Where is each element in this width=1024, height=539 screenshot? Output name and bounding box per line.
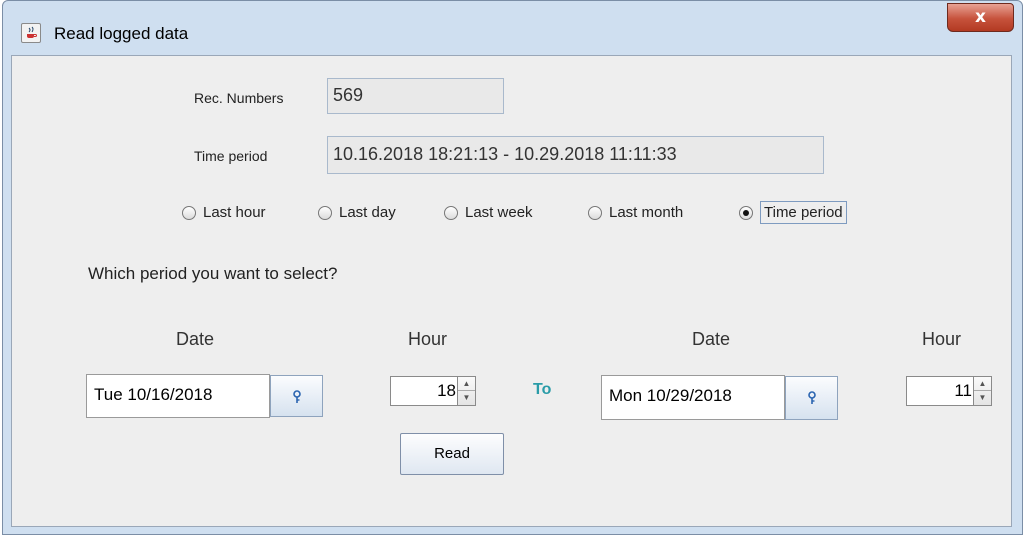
caret-up-icon[interactable]: ▲ <box>458 377 475 391</box>
to-hour-header: Hour <box>922 329 962 349</box>
radio-last-hour[interactable]: Last hour <box>182 204 266 221</box>
rec-numbers-field: 569 <box>327 78 504 114</box>
to-date-input[interactable]: Mon 10/29/2018 <box>601 375 785 420</box>
radio-last-week[interactable]: Last week <box>444 204 533 221</box>
key-icon <box>293 390 301 403</box>
from-hour-spinner[interactable]: 18 ▲ ▼ <box>390 376 476 406</box>
caret-down-icon[interactable]: ▼ <box>458 391 475 405</box>
time-period-field: 10.16.2018 18:21:13 - 10.29.2018 11:11:3… <box>327 136 824 174</box>
from-hour-header: Hour <box>408 329 448 349</box>
time-period-label: Time period <box>194 148 268 164</box>
to-date-picker-button[interactable] <box>785 376 838 420</box>
close-icon: x <box>975 7 986 27</box>
radio-label: Last day <box>339 204 396 221</box>
radio-time-period[interactable]: Time period <box>739 201 847 224</box>
from-date-picker-button[interactable] <box>270 375 323 417</box>
spinner-arrows: ▲ ▼ <box>457 377 475 405</box>
radio-circle[interactable] <box>318 205 332 220</box>
radio-circle[interactable] <box>444 205 458 220</box>
rec-numbers-value: 569 <box>333 85 364 105</box>
rec-numbers-label: Rec. Numbers <box>194 90 284 106</box>
from-hour-value: 18 <box>437 381 456 400</box>
to-hour-value: 11 <box>954 381 972 400</box>
period-question: Which period you want to select? <box>88 264 338 283</box>
dialog-window: Read logged data x Rec. Numbers 569 Time… <box>2 0 1023 535</box>
radio-circle[interactable] <box>588 205 602 220</box>
time-period-value: 10.16.2018 18:21:13 - 10.29.2018 11:11:3… <box>333 144 677 164</box>
from-date-input[interactable]: Tue 10/16/2018 <box>86 374 270 418</box>
from-date-header: Date <box>176 329 215 349</box>
spinner-arrows: ▲ ▼ <box>973 377 991 405</box>
to-date-header: Date <box>692 329 731 349</box>
read-button[interactable]: Read <box>400 433 504 475</box>
from-date-value: Tue 10/16/2018 <box>94 385 213 404</box>
radio-last-day[interactable]: Last day <box>318 204 396 221</box>
radio-label: Last week <box>465 204 533 221</box>
radio-label: Last month <box>609 204 684 221</box>
window-title: Read logged data <box>54 24 189 43</box>
radio-label: Last hour <box>203 204 266 221</box>
radio-circle-selected[interactable] <box>739 205 753 220</box>
caret-down-icon[interactable]: ▼ <box>974 391 991 405</box>
title-bar[interactable]: Read logged data x <box>3 1 1022 55</box>
key-icon <box>808 391 816 404</box>
java-cup-icon <box>21 23 41 43</box>
radio-circle[interactable] <box>182 205 196 220</box>
close-button[interactable]: x <box>947 3 1014 32</box>
radio-last-month[interactable]: Last month <box>588 204 683 221</box>
to-date-value: Mon 10/29/2018 <box>609 386 732 405</box>
radio-label: Time period <box>760 201 847 224</box>
dialog-content: Rec. Numbers 569 Time period 10.16.2018 … <box>11 55 1012 527</box>
caret-up-icon[interactable]: ▲ <box>974 377 991 391</box>
to-hour-spinner[interactable]: 11 ▲ ▼ <box>906 376 992 406</box>
to-label: To <box>533 381 552 398</box>
